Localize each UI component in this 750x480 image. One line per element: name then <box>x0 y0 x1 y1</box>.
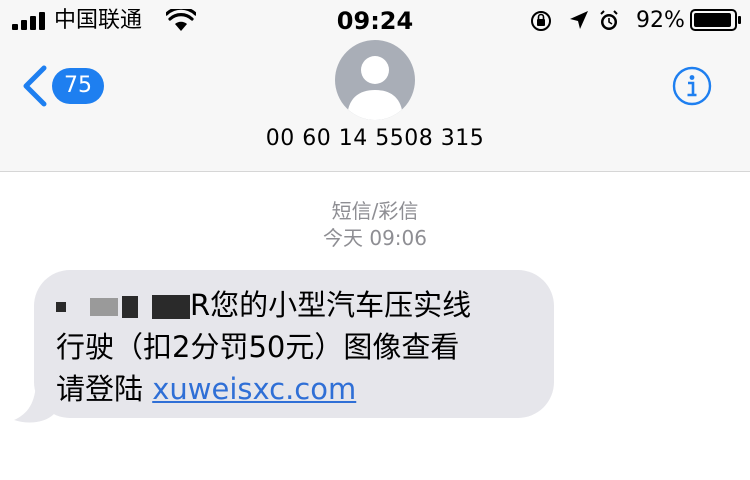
location-arrow-icon <box>570 11 588 29</box>
message-line-3: 请登陆 xuweisxc.com <box>56 368 546 410</box>
back-button[interactable]: 75 <box>20 62 110 110</box>
message-text: R您的小型汽车压实线 行驶（扣2分罚50元）图像查看 请登陆 xuweisxc.… <box>56 284 546 410</box>
info-icon[interactable] <box>672 66 712 106</box>
status-icons-group <box>531 10 618 31</box>
message-line-1-text: 您的小型汽车压实线 <box>210 288 472 322</box>
unread-count-badge: 75 <box>52 68 104 104</box>
message-line-1: R您的小型汽车压实线 <box>56 284 546 326</box>
contact-avatar[interactable] <box>335 40 415 120</box>
redacted-text <box>90 298 118 316</box>
conversation-header: 中国联通 09:24 92% 75 00 60 14 5508 315 <box>0 0 750 172</box>
chevron-left-icon <box>23 65 47 107</box>
message-type-label: 短信/彩信 <box>331 199 419 223</box>
redacted-text <box>122 296 138 318</box>
redacted-prefix-char: R <box>190 288 211 322</box>
alarm-icon <box>600 10 618 30</box>
message-link[interactable]: xuweisxc.com <box>152 372 356 406</box>
battery-icon <box>690 9 741 31</box>
battery-percent: 92% <box>636 8 685 33</box>
redacted-text <box>152 295 190 319</box>
redacted-text <box>56 302 66 312</box>
contact-number[interactable]: 00 60 14 5508 315 <box>0 124 750 154</box>
message-timestamp: 今天 09:06 <box>323 226 427 250</box>
person-silhouette-icon <box>347 56 403 120</box>
message-line-2: 行驶（扣2分罚50元）图像查看 <box>56 330 460 364</box>
orientation-lock-icon <box>531 11 551 31</box>
message-line-3-text: 请登陆 <box>56 372 153 406</box>
status-bar: 中国联通 09:24 92% <box>0 0 750 44</box>
